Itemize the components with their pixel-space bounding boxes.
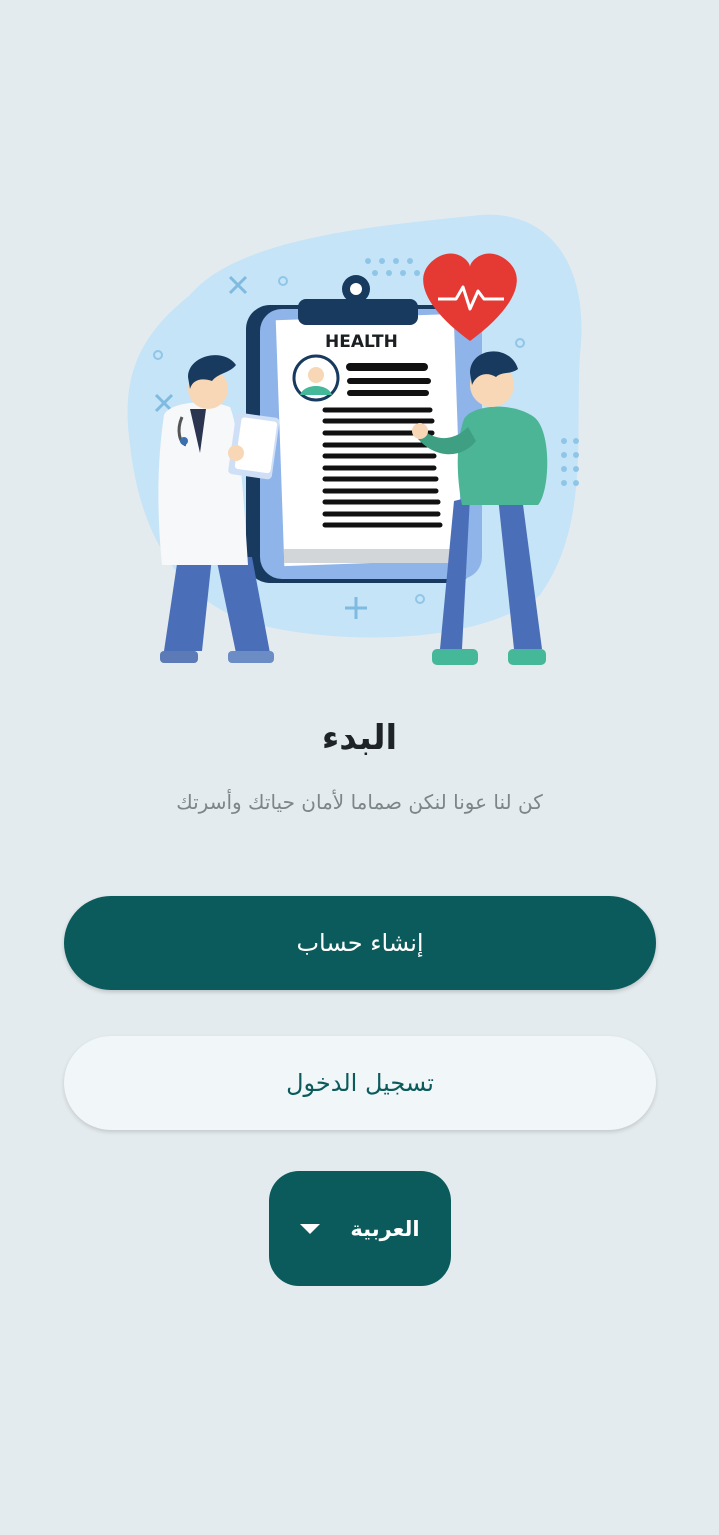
language-selector[interactable]: العربية <box>269 1171 451 1286</box>
create-account-button[interactable]: إنشاء حساب <box>64 896 656 990</box>
page-subtitle: كن لنا عونا لنكن صماما لأمان حياتك وأسرت… <box>176 790 543 814</box>
language-selected-value: العربية <box>350 1216 420 1241</box>
clipboard-heading: HEALTH <box>325 332 398 352</box>
page-title: البدء <box>321 718 398 758</box>
caret-down-icon <box>300 1223 321 1234</box>
onboarding-illustration: HEALTH <box>120 205 600 675</box>
login-button[interactable]: تسجيل الدخول <box>64 1036 656 1130</box>
